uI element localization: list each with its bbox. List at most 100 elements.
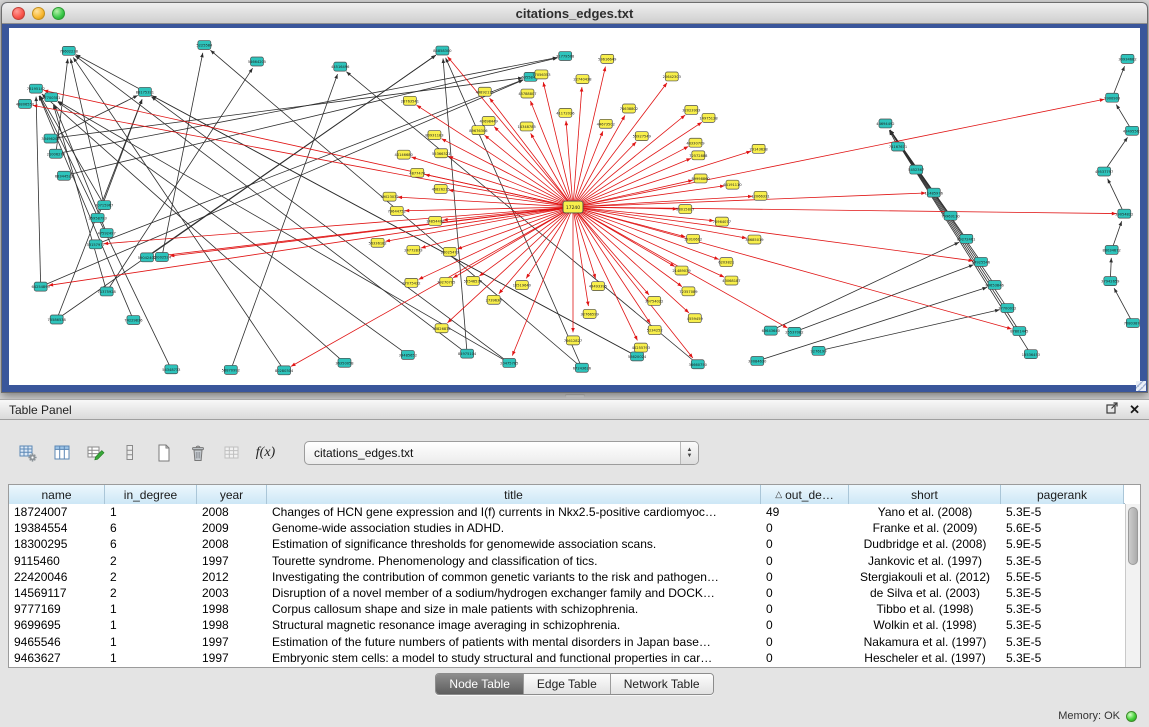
cell-name: 9465546 [9,635,105,649]
arrowhead-icon [677,283,682,287]
row-selection-button[interactable] [116,440,143,467]
column-header-name[interactable]: name [9,485,105,504]
cell-pagerank: 5.9E-5 [1001,537,1124,551]
graph-node-label: 24772873 [404,249,422,253]
cell-name: 22420046 [9,570,105,584]
cell-in_degree: 1 [105,651,197,665]
table-row[interactable]: 1456911722003Disruption of a novel membe… [9,585,1125,601]
graph-node-label: 54348733 [162,368,180,372]
graph-hub-label: 17240 [566,205,580,211]
arrowhead-icon [571,328,575,332]
table-row[interactable]: 977716911998Corpus callosum shape and si… [9,601,1125,617]
column-header-in_degree[interactable]: in_degree [105,485,197,504]
minimize-window-button[interactable] [32,7,45,20]
cell-title: Estimation of the future numbers of pati… [267,635,761,649]
table-row[interactable]: 911546021997Tourette syndrome. Phenomeno… [9,553,1125,569]
resize-grip[interactable] [1136,381,1146,391]
column-header-label: in_degree [124,488,177,502]
graph-edge [573,99,1104,207]
network-canvas[interactable]: 7819514221006278377003016425489925958793… [9,28,1140,385]
cell-in_degree: 1 [105,602,197,616]
arrowhead-icon [1109,258,1113,263]
scrollbar-thumb[interactable] [1128,507,1138,565]
zoom-window-button[interactable] [52,7,65,20]
tab-network-table[interactable]: Network Table [611,674,713,694]
arrowhead-icon [969,265,974,268]
table-select[interactable]: citations_edges.txt ▲▼ [304,441,699,465]
table-row[interactable]: 1830029562008Estimation of significance … [9,536,1125,552]
graph-node-label: 5234252 [647,329,663,333]
new-document-icon [154,443,174,463]
close-panel-icon[interactable]: ✕ [1129,403,1140,416]
import-table-button[interactable] [218,440,245,467]
cell-short: Jankovic et al. (1997) [849,554,1001,568]
cell-pagerank: 5.3E-5 [1001,651,1124,665]
new-table-button[interactable] [150,440,177,467]
table-edit-icon [86,443,106,463]
table-row[interactable]: 2242004622012Investigating the contribut… [9,569,1125,585]
graph-node-label: 67243626 [573,366,592,370]
cell-name: 9777169 [9,602,105,616]
graph-edge [49,207,573,285]
table-settings-button[interactable] [14,440,41,467]
graph-node-label: 4559459 [687,317,704,321]
table-row[interactable]: 1938455462009Genome-wide association stu… [9,520,1125,536]
cell-year: 2012 [197,570,267,584]
tab-node-table[interactable]: Node Table [436,674,524,694]
table-row[interactable]: 946362711997Embryonic stem cells: a mode… [9,650,1125,666]
graph-node-label: 50826874 [432,327,451,331]
column-header-title[interactable]: title [267,485,761,504]
delete-table-button[interactable] [184,440,211,467]
edit-table-button[interactable] [82,440,109,467]
graph-edge [573,207,682,287]
combo-arrows-icon: ▲▼ [680,442,698,464]
table-tabs-row: Node TableEdge TableNetwork Table [0,673,1149,695]
graph-edge [1108,179,1125,214]
table-row[interactable]: 1872400712008Changes of HCN gene express… [9,504,1125,520]
window-titlebar[interactable]: citations_edges.txt [2,3,1147,24]
graph-edge [1114,288,1133,323]
cell-year: 2008 [197,537,267,551]
arrowhead-icon [479,272,484,276]
graph-node-label: 73644752 [388,210,406,214]
graph-node-label: 9900903 [1104,96,1120,100]
graph-node-label: 55366321 [432,152,450,156]
graph-edge [449,190,573,207]
table-row[interactable]: 946554611997Estimation of the future num… [9,634,1125,650]
close-window-button[interactable] [12,7,25,20]
cell-name: 19384554 [9,521,105,535]
cell-in_degree: 1 [105,505,197,519]
cell-out_degree: 0 [761,554,849,568]
column-header-short[interactable]: short [849,485,1001,504]
graph-node-label: 74167671 [889,145,907,149]
column-header-out_degree[interactable]: △out_de… [761,485,849,504]
splitter-handle-icon [565,394,585,398]
float-panel-icon[interactable] [1106,401,1119,419]
function-builder-button[interactable]: f(x) [252,440,279,467]
cell-title: Tourette syndrome. Phenomenology and cla… [267,554,761,568]
graph-node-label: 14854490 [426,220,445,224]
vertical-scrollbar[interactable] [1125,504,1140,667]
cell-out_degree: 0 [761,602,849,616]
cell-out_degree: 0 [761,586,849,600]
cell-title: Embryonic stem cells: a model to study s… [267,651,761,665]
arrowhead-icon [634,336,638,341]
column-header-year[interactable]: year [197,485,267,504]
cell-out_degree: 0 [761,537,849,551]
graph-node-label: 40698449 [480,120,499,124]
table-row[interactable]: 969969511998Structural magnetic resonanc… [9,617,1125,633]
graph-node-label: 70803876 [1124,322,1140,326]
cell-in_degree: 6 [105,521,197,535]
arrowhead-icon [442,139,447,143]
column-visibility-button[interactable] [48,440,75,467]
tab-edge-table[interactable]: Edge Table [524,674,611,694]
network-window: citations_edges.txt 78195142210062783770… [1,2,1148,393]
graph-node-label: 45826215 [432,188,450,192]
cell-short: Stergiakouli et al. (2012) [849,570,1001,584]
graph-node-label: 40255793 [632,346,650,350]
graph-node-label: 25958793 [88,217,106,221]
column-header-pagerank[interactable]: pagerank [1001,485,1124,504]
graph-node-label: 30715967 [95,204,113,208]
graph-node-label: 33157977 [87,243,105,247]
graph-node-label: 48806550 [16,102,35,106]
